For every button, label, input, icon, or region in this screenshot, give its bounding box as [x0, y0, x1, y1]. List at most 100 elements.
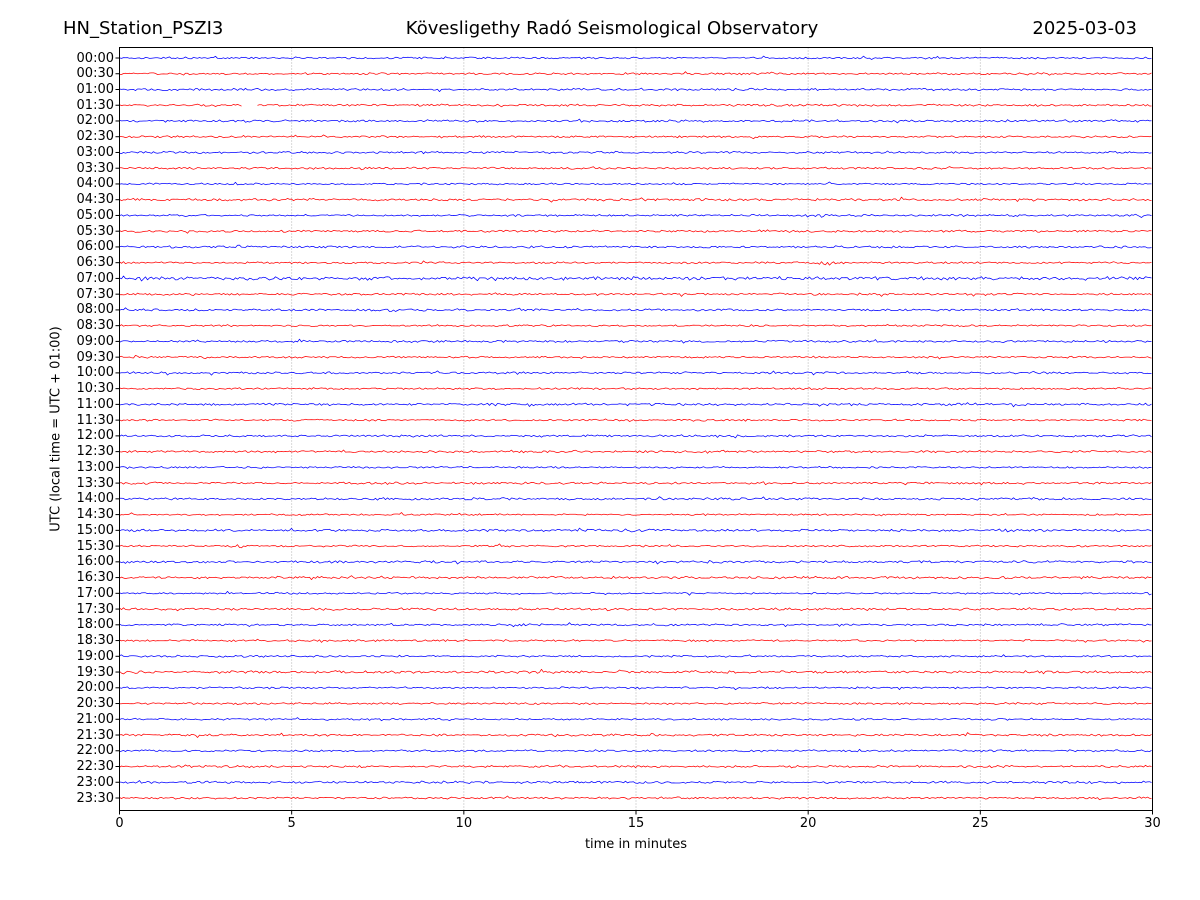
y-tick-label: 05:00 [76, 207, 114, 223]
trace-row-18:30 [119, 638, 1152, 643]
x-tick-label: 5 [287, 816, 296, 831]
y-tick-label: 19:00 [76, 648, 114, 664]
y-tick-label: 20:00 [76, 680, 114, 696]
trace-row-19:30 [119, 668, 1152, 675]
trace-row-22:00 [119, 748, 1152, 753]
trace-row-15:00 [119, 527, 1152, 533]
trace-row-11:00 [119, 402, 1152, 408]
y-tick-label: 15:30 [76, 538, 114, 554]
x-tick-label: 20 [799, 816, 817, 831]
y-tick-label: 23:00 [76, 774, 114, 790]
y-tick-label: 03:30 [76, 160, 114, 176]
x-tick-label: 0 [115, 816, 124, 831]
y-tick-label: 11:00 [76, 396, 114, 412]
trace-row-02:30 [119, 134, 1152, 140]
y-tick-label: 18:00 [76, 617, 114, 633]
trace-row-17:30 [119, 607, 1152, 612]
trace-row-20:30 [119, 702, 1152, 705]
y-tick-label: 06:00 [76, 239, 114, 255]
y-tick-label: 22:00 [76, 743, 114, 759]
trace-row-22:30 [119, 764, 1152, 769]
y-tick-label: 05:30 [76, 223, 114, 239]
trace-row-10:00 [119, 370, 1152, 376]
x-tick-label: 30 [1144, 816, 1161, 831]
trace-row-01:30 [119, 103, 1152, 108]
y-tick-label: 16:30 [76, 570, 114, 586]
trace-row-14:00 [119, 496, 1152, 501]
trace-row-03:00 [119, 150, 1152, 155]
y-tick-label: 01:30 [76, 97, 114, 113]
y-tick-label: 20:30 [76, 696, 114, 712]
trace-row-20:00 [119, 686, 1152, 691]
y-tick-label: 07:00 [76, 270, 114, 286]
y-tick-label: 14:00 [76, 491, 114, 507]
trace-row-05:00 [119, 213, 1152, 218]
trace-row-16:00 [119, 560, 1152, 565]
y-tick-label: 01:00 [76, 81, 114, 97]
trace-row-00:00 [119, 55, 1152, 60]
trace-row-14:30 [119, 512, 1152, 517]
trace-row-15:30 [119, 543, 1152, 549]
y-tick-label: 08:30 [76, 318, 114, 334]
y-tick-label: 17:00 [76, 585, 114, 601]
y-tick-label: 19:30 [76, 664, 114, 680]
helicorder-figure: HN_Station_PSZI3 Kövesligethy Radó Seism… [0, 0, 1200, 900]
trace-row-07:30 [119, 292, 1152, 297]
y-tick-label: 14:30 [76, 507, 114, 523]
y-tick-label: 02:30 [76, 129, 114, 145]
y-tick-label: 18:30 [76, 633, 114, 649]
trace-row-02:00 [119, 118, 1152, 124]
y-tick-label: 04:30 [76, 192, 114, 208]
trace-row-16:30 [119, 575, 1152, 580]
y-tick-label: 15:00 [76, 522, 114, 538]
y-tick-label: 04:00 [76, 176, 114, 192]
trace-row-10:30 [119, 387, 1152, 391]
y-tick-label: 12:00 [76, 428, 114, 444]
y-tick-label: 13:30 [76, 475, 114, 491]
y-tick-label: 09:30 [76, 349, 114, 365]
y-tick-label: 10:00 [76, 365, 114, 381]
y-tick-label: 09:00 [76, 333, 114, 349]
trace-row-00:30 [119, 71, 1152, 76]
x-tick-label: 25 [972, 816, 989, 831]
trace-row-13:00 [119, 466, 1152, 469]
y-tick-label: 02:00 [76, 113, 114, 129]
trace-row-12:30 [119, 449, 1152, 454]
y-tick-label: 16:00 [76, 554, 114, 570]
trace-row-19:00 [119, 654, 1152, 658]
trace-row-09:30 [119, 355, 1152, 360]
trace-row-07:00 [119, 275, 1152, 282]
trace-row-08:00 [119, 307, 1152, 312]
trace-row-13:30 [119, 481, 1152, 486]
y-tick-label: 21:30 [76, 727, 114, 743]
trace-row-18:00 [119, 622, 1152, 628]
y-tick-label: 12:30 [76, 444, 114, 460]
y-tick-label: 03:00 [76, 144, 114, 160]
y-tick-label: 17:30 [76, 601, 114, 617]
trace-row-09:00 [119, 338, 1152, 344]
y-tick-label: 11:30 [76, 412, 114, 428]
trace-row-06:00 [119, 244, 1152, 249]
y-tick-label: 10:30 [76, 381, 114, 397]
trace-row-04:00 [119, 181, 1152, 186]
y-tick-label: 21:00 [76, 711, 114, 727]
trace-row-12:00 [119, 434, 1152, 439]
trace-row-21:30 [119, 732, 1152, 738]
y-tick-label: 13:00 [76, 459, 114, 475]
y-tick-label: 00:00 [76, 50, 114, 66]
y-tick-label: 08:00 [76, 302, 114, 318]
y-tick-label: 22:30 [76, 759, 114, 774]
trace-row-06:30 [119, 260, 1152, 266]
x-tick-label: 15 [627, 816, 645, 831]
y-tick-label: 07:30 [76, 286, 114, 302]
trace-row-17:00 [119, 591, 1152, 596]
trace-row-05:30 [119, 229, 1152, 234]
y-tick-label: 23:30 [76, 790, 114, 806]
y-tick-label: 00:30 [76, 66, 114, 82]
x-axis-label: time in minutes [584, 837, 688, 852]
trace-row-23:00 [119, 780, 1152, 785]
trace-row-04:30 [119, 196, 1152, 203]
trace-row-11:30 [119, 418, 1152, 422]
trace-row-03:30 [119, 166, 1152, 171]
x-tick-label: 10 [455, 816, 473, 831]
